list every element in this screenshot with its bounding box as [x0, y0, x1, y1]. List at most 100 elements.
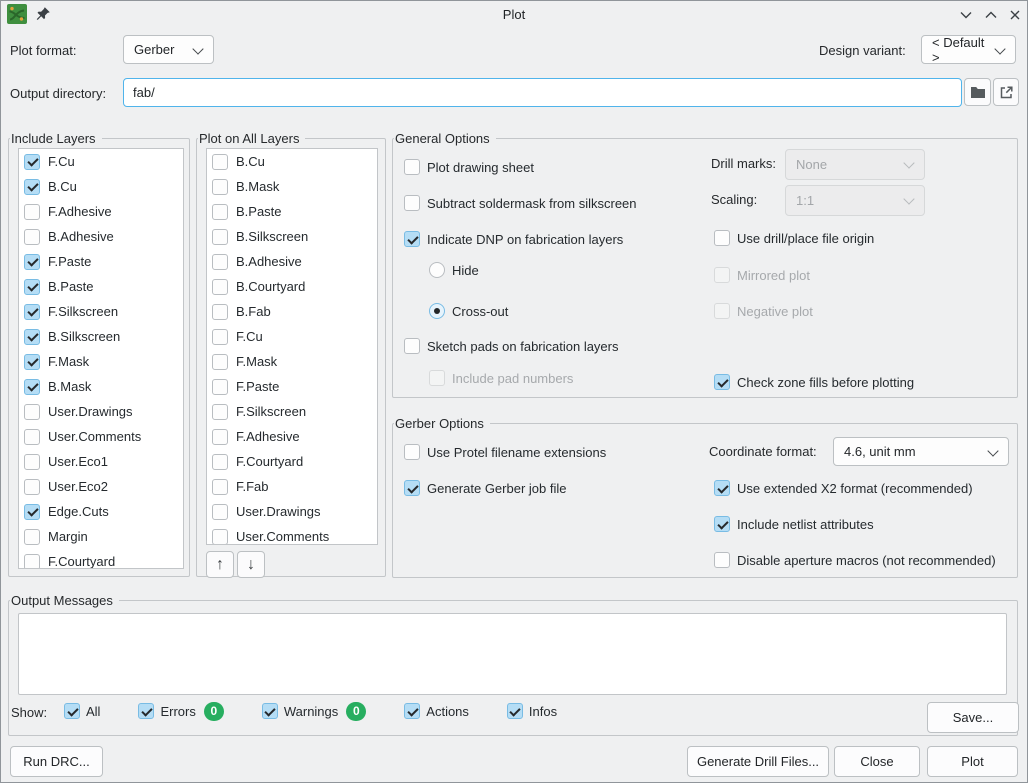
checkbox[interactable]: [714, 552, 730, 568]
layer-checkbox[interactable]: [212, 404, 228, 420]
layer-checkbox[interactable]: [212, 379, 228, 395]
filter-checkbox[interactable]: [262, 703, 278, 719]
checkbox[interactable]: [404, 195, 420, 211]
layer-checkbox[interactable]: [24, 354, 40, 370]
layer-checkbox[interactable]: [24, 304, 40, 320]
check-zone-fills-option[interactable]: Check zone fills before plotting: [714, 373, 914, 391]
aperture-macros-option[interactable]: Disable aperture macros (not recommended…: [714, 551, 996, 569]
layer-row[interactable]: F.Mask: [19, 349, 183, 374]
layer-row[interactable]: B.Mask: [19, 374, 183, 399]
filter-item[interactable]: Infos: [507, 703, 557, 719]
checkbox[interactable]: [404, 444, 420, 460]
layer-checkbox[interactable]: [212, 279, 228, 295]
checkbox[interactable]: [714, 374, 730, 390]
layer-row[interactable]: F.Paste: [207, 374, 377, 399]
layer-row[interactable]: F.Mask: [207, 349, 377, 374]
layer-row[interactable]: F.Silkscreen: [207, 399, 377, 424]
filter-item[interactable]: Actions: [404, 703, 469, 719]
layer-checkbox[interactable]: [212, 454, 228, 470]
x2-format-option[interactable]: Use extended X2 format (recommended): [714, 479, 973, 497]
filter-item[interactable]: Warnings 0: [262, 702, 366, 721]
layer-checkbox[interactable]: [212, 429, 228, 445]
filter-checkbox[interactable]: [138, 703, 154, 719]
checkbox[interactable]: [404, 338, 420, 354]
layer-checkbox[interactable]: [24, 454, 40, 470]
layer-checkbox[interactable]: [24, 179, 40, 195]
layer-row[interactable]: B.Cu: [207, 149, 377, 174]
layer-row[interactable]: Edge.Cuts: [19, 499, 183, 524]
layer-row[interactable]: B.Cu: [19, 174, 183, 199]
layer-checkbox[interactable]: [212, 354, 228, 370]
netlist-attributes-option[interactable]: Include netlist attributes: [714, 515, 874, 533]
filter-item[interactable]: All: [64, 703, 100, 719]
layer-checkbox[interactable]: [24, 154, 40, 170]
layer-row[interactable]: F.Adhesive: [19, 199, 183, 224]
save-messages-button[interactable]: Save...: [927, 702, 1019, 733]
layer-checkbox[interactable]: [24, 204, 40, 220]
dnp-hide-radio[interactable]: Hide: [429, 261, 479, 279]
layer-row[interactable]: User.Drawings: [207, 499, 377, 524]
layer-checkbox[interactable]: [212, 179, 228, 195]
gerber-job-file-option[interactable]: Generate Gerber job file: [404, 479, 566, 497]
layer-checkbox[interactable]: [212, 479, 228, 495]
open-directory-button[interactable]: [993, 78, 1019, 106]
layer-checkbox[interactable]: [212, 254, 228, 270]
output-messages-box[interactable]: [18, 613, 1007, 695]
layer-checkbox[interactable]: [24, 254, 40, 270]
layer-row[interactable]: B.Silkscreen: [207, 224, 377, 249]
layer-checkbox[interactable]: [24, 479, 40, 495]
plot-drawing-sheet-option[interactable]: Plot drawing sheet: [404, 158, 534, 176]
generate-drill-files-button[interactable]: Generate Drill Files...: [687, 746, 829, 777]
layer-row[interactable]: F.Courtyard: [207, 449, 377, 474]
checkbox[interactable]: [404, 480, 420, 496]
layer-checkbox[interactable]: [24, 429, 40, 445]
dnp-crossout-radio[interactable]: Cross-out: [429, 302, 508, 320]
layer-row[interactable]: Margin: [19, 524, 183, 549]
layer-row[interactable]: B.Adhesive: [207, 249, 377, 274]
layer-row[interactable]: F.Courtyard: [19, 549, 183, 569]
browse-directory-button[interactable]: [964, 78, 991, 106]
run-drc-button[interactable]: Run DRC...: [10, 746, 103, 777]
layer-checkbox[interactable]: [24, 504, 40, 520]
titlebar[interactable]: Plot: [0, 0, 1028, 28]
plot-format-select[interactable]: Gerber: [123, 35, 214, 64]
move-layer-up-button[interactable]: ↑: [206, 551, 234, 578]
layer-checkbox[interactable]: [212, 504, 228, 520]
layer-row[interactable]: B.Adhesive: [19, 224, 183, 249]
checkbox[interactable]: [404, 231, 420, 247]
layer-row[interactable]: User.Drawings: [19, 399, 183, 424]
layer-row[interactable]: B.Fab: [207, 299, 377, 324]
subtract-soldermask-option[interactable]: Subtract soldermask from silkscreen: [404, 194, 637, 212]
filter-checkbox[interactable]: [64, 703, 80, 719]
layer-row[interactable]: B.Mask: [207, 174, 377, 199]
layer-checkbox[interactable]: [212, 204, 228, 220]
layer-row[interactable]: User.Comments: [19, 424, 183, 449]
layer-row[interactable]: F.Fab: [207, 474, 377, 499]
layer-checkbox[interactable]: [212, 154, 228, 170]
sketch-pads-option[interactable]: Sketch pads on fabrication layers: [404, 337, 619, 355]
layer-checkbox[interactable]: [24, 404, 40, 420]
layer-row[interactable]: B.Paste: [207, 199, 377, 224]
layer-checkbox[interactable]: [212, 329, 228, 345]
layer-checkbox[interactable]: [212, 304, 228, 320]
protel-extensions-option[interactable]: Use Protel filename extensions: [404, 443, 606, 461]
checkbox[interactable]: [714, 516, 730, 532]
window-close-icon[interactable]: [1007, 7, 1022, 22]
radio[interactable]: [429, 262, 445, 278]
layer-checkbox[interactable]: [24, 329, 40, 345]
checkbox[interactable]: [404, 159, 420, 175]
filter-checkbox[interactable]: [404, 703, 420, 719]
window-shade-icon[interactable]: [958, 7, 973, 22]
indicate-dnp-option[interactable]: Indicate DNP on fabrication layers: [404, 230, 623, 248]
layer-checkbox[interactable]: [24, 379, 40, 395]
checkbox[interactable]: [714, 480, 730, 496]
layer-row[interactable]: B.Paste: [19, 274, 183, 299]
window-maximize-icon[interactable]: [983, 7, 998, 22]
filter-checkbox[interactable]: [507, 703, 523, 719]
checkbox[interactable]: [714, 230, 730, 246]
plot-button[interactable]: Plot: [927, 746, 1018, 777]
filter-item[interactable]: Errors 0: [138, 702, 223, 721]
layer-checkbox[interactable]: [24, 229, 40, 245]
layer-checkbox[interactable]: [24, 554, 40, 570]
layer-checkbox[interactable]: [212, 229, 228, 245]
